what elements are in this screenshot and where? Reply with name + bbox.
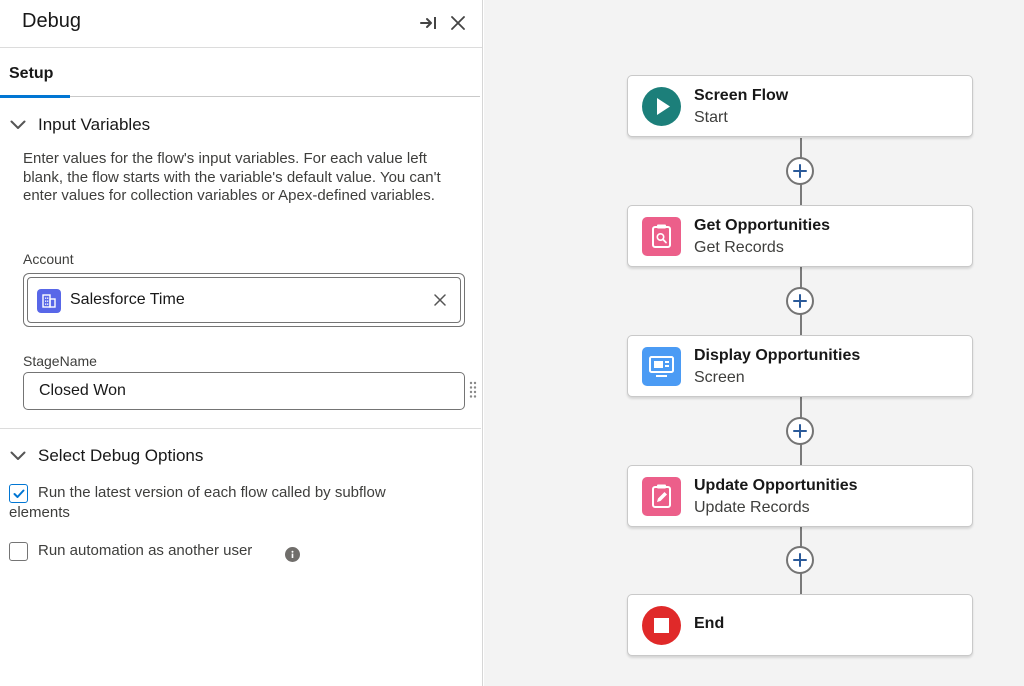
node-title: End: [694, 615, 725, 632]
tab-setup[interactable]: Setup: [0, 48, 70, 98]
account-value: Salesforce Time: [70, 291, 185, 308]
flow-node-end[interactable]: End: [627, 594, 973, 656]
account-selected-pill[interactable]: Salesforce Time: [27, 277, 461, 323]
get-records-icon: [642, 217, 681, 256]
account-icon: [37, 289, 61, 313]
node-subtitle: Start: [694, 109, 728, 126]
run-latest-checkbox[interactable]: [9, 484, 28, 503]
flow-node-start[interactable]: Screen Flow Start: [627, 75, 973, 137]
node-subtitle: Get Records: [694, 239, 784, 256]
section-divider: [0, 428, 481, 429]
add-element-button[interactable]: [786, 287, 814, 315]
flow-node-update-opportunities[interactable]: Update Opportunities Update Records: [627, 465, 973, 527]
dock-panel-icon[interactable]: [418, 12, 440, 34]
update-records-icon: [642, 477, 681, 516]
remove-selection-icon[interactable]: [430, 290, 450, 310]
input-variables-title: Input Variables: [38, 115, 151, 134]
stagename-input[interactable]: [23, 372, 465, 410]
node-title: Screen Flow: [694, 87, 789, 104]
tab-bar: Setup: [0, 48, 480, 98]
run-latest-label-line2: elements: [9, 504, 70, 521]
resize-handle-icon[interactable]: [469, 381, 477, 399]
chevron-down-icon: [8, 446, 28, 466]
node-title: Display Opportunities: [694, 347, 861, 364]
debug-options-toggle[interactable]: Select Debug Options: [8, 444, 203, 468]
screen-icon: [642, 347, 681, 386]
add-element-button[interactable]: [786, 157, 814, 185]
add-element-button[interactable]: [786, 546, 814, 574]
account-field-label: Account: [23, 251, 74, 267]
panel-header: Debug: [0, 0, 482, 48]
run-as-user-label: Run automation as another user: [38, 542, 253, 559]
active-tab-indicator: [0, 95, 70, 98]
play-icon: [642, 87, 681, 126]
add-element-button[interactable]: [786, 417, 814, 445]
debug-options-title: Select Debug Options: [38, 446, 204, 465]
debug-panel: Debug Setup Input Variables Enter values…: [0, 0, 483, 686]
flow-node-get-opportunities[interactable]: Get Opportunities Get Records: [627, 205, 973, 267]
option-run-latest-version[interactable]: Run the latest version of each flow call…: [9, 484, 449, 524]
tab-setup-label: Setup: [9, 65, 54, 82]
node-title: Update Opportunities: [694, 477, 858, 494]
option-run-as-another-user[interactable]: Run automation as another user: [9, 542, 279, 562]
node-subtitle: Update Records: [694, 499, 810, 516]
stagename-field-label: StageName: [23, 353, 97, 369]
input-variables-help-text: Enter values for the flow's input variab…: [23, 150, 441, 204]
account-lookup-field: Salesforce Time: [23, 273, 465, 327]
info-icon[interactable]: [285, 547, 300, 562]
run-as-user-checkbox[interactable]: [9, 542, 28, 561]
node-subtitle: Screen: [694, 369, 745, 386]
chevron-down-icon: [8, 115, 28, 135]
run-latest-label-line1: Run the latest version of each flow call…: [38, 484, 386, 501]
node-title: Get Opportunities: [694, 217, 830, 234]
close-icon[interactable]: [447, 12, 469, 34]
panel-title: Debug: [22, 10, 81, 32]
input-variables-toggle[interactable]: Input Variables: [8, 113, 150, 137]
flow-node-display-opportunities[interactable]: Display Opportunities Screen: [627, 335, 973, 397]
stop-icon: [642, 606, 681, 645]
